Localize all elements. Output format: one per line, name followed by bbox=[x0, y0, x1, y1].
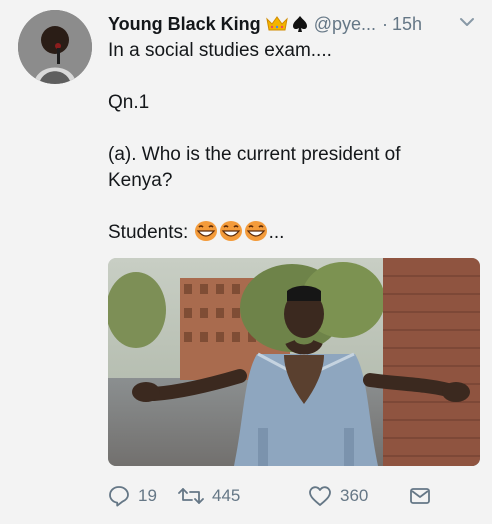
students-label: Students: bbox=[108, 222, 189, 243]
reply-count: 19 bbox=[138, 486, 157, 505]
retweet-icon bbox=[178, 488, 204, 504]
spade-icon bbox=[292, 16, 307, 32]
heart-icon bbox=[309, 486, 331, 506]
retweet-count: 445 bbox=[212, 486, 241, 505]
chevron-down-icon[interactable] bbox=[458, 15, 476, 29]
like-button[interactable]: 360 bbox=[308, 482, 368, 510]
tweet-photo[interactable] bbox=[108, 258, 480, 466]
reply-button[interactable]: 19 bbox=[108, 482, 157, 510]
crown-icon bbox=[265, 16, 288, 31]
tweet-header: Young Black King @pye... · 15h bbox=[108, 12, 478, 36]
separator-dot: · bbox=[381, 13, 388, 34]
user-handle[interactable]: @pye... bbox=[314, 14, 376, 35]
grinning-face-icon bbox=[194, 221, 217, 241]
tweet-line-2: Qn.1 bbox=[108, 92, 150, 113]
grinning-face-icon bbox=[219, 221, 242, 241]
retweet-button[interactable]: 445 bbox=[178, 482, 240, 510]
direct-message-button[interactable] bbox=[408, 482, 440, 510]
reply-icon bbox=[109, 486, 129, 507]
students-ellipsis: ... bbox=[268, 222, 285, 243]
grinning-face-icon bbox=[244, 221, 267, 241]
tweet-card[interactable]: Young Black King @pye... · 15h In a soci… bbox=[0, 0, 492, 524]
timestamp[interactable]: 15h bbox=[392, 14, 422, 35]
tweet-text: In a social studies exam.... Qn.1 (a). W… bbox=[108, 38, 468, 246]
direct-message-icon bbox=[410, 488, 430, 504]
tweet-line-4: Students: ... bbox=[108, 220, 468, 246]
tweet-line-1: In a social studies exam.... bbox=[108, 40, 332, 61]
avatar[interactable] bbox=[18, 10, 92, 84]
like-count: 360 bbox=[340, 486, 369, 505]
display-name[interactable]: Young Black King bbox=[108, 14, 261, 35]
tweet-actions: 19 445 360 bbox=[108, 482, 468, 510]
tweet-line-3: (a). Who is the current president of Ken… bbox=[108, 144, 401, 191]
